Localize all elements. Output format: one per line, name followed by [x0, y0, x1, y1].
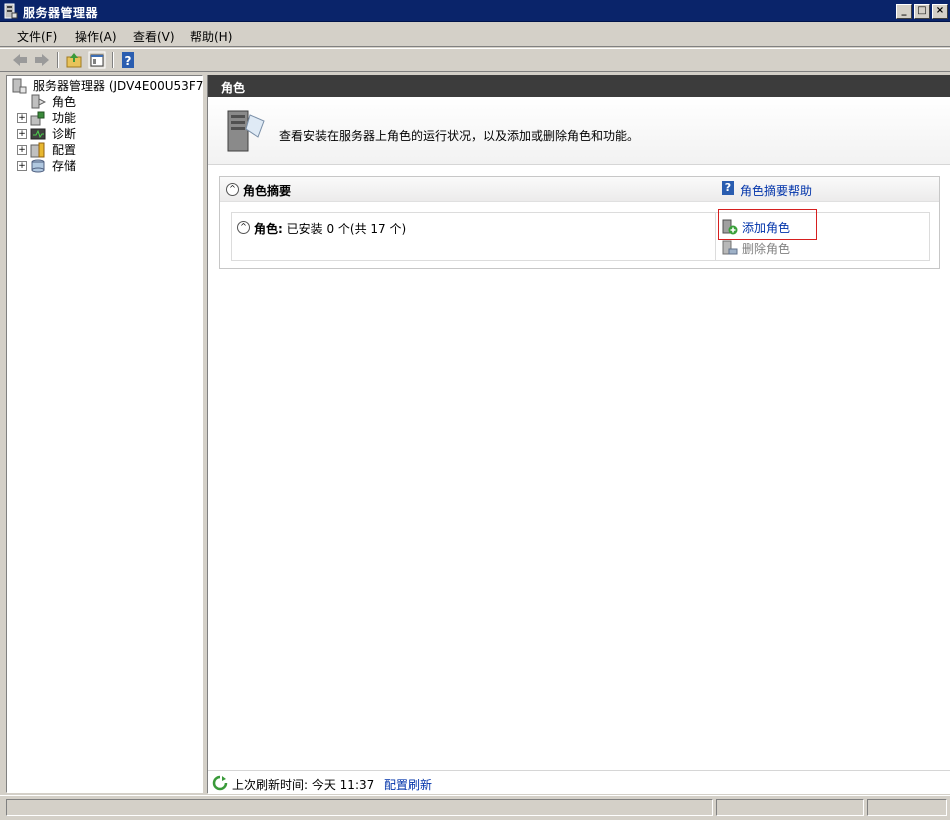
svg-text:?: ? [125, 54, 132, 68]
status-bar [0, 795, 950, 820]
status-cell-main [6, 799, 713, 816]
maximize-button[interactable]: □ [914, 4, 930, 19]
collapse-icon[interactable]: ^ [226, 183, 239, 196]
refresh-icon [212, 775, 228, 791]
storage-icon [31, 159, 45, 173]
status-cell-secondary [716, 799, 864, 816]
tree-root-label: 服务器管理器 (JDV4E00U53F7) [33, 79, 209, 93]
main-pane: 角色 查看安装在服务器上角色的运行状况，以及添加或删除角色和功能。 ^ 角色摘要… [207, 75, 950, 794]
minimize-button[interactable]: _ [896, 4, 912, 19]
show-hide-console-tree-icon[interactable] [88, 51, 106, 69]
collapse-icon[interactable]: ^ [237, 221, 250, 234]
section-header: ^ 角色摘要 ? 角色摘要帮助 [220, 177, 939, 202]
remove-roles-icon [722, 240, 738, 255]
page-description: 查看安装在服务器上角色的运行状况，以及添加或删除角色和功能。 [279, 129, 640, 143]
close-button[interactable]: × [932, 4, 948, 19]
roles-summary-help-link[interactable]: 角色摘要帮助 [740, 182, 812, 199]
status-cell-tertiary [867, 799, 947, 816]
menu-file[interactable]: 文件(F) [17, 28, 57, 45]
roles-status-line: 角色: 已安装 0 个(共 17 个) [254, 220, 406, 237]
section-title: 角色摘要 [243, 184, 292, 198]
help-book-icon: ? [722, 181, 734, 195]
menu-view[interactable]: 查看(V) [133, 28, 175, 45]
menu-bar: 文件(F) 操作(A) 查看(V) 帮助(H) [0, 23, 950, 47]
roles-summary-section: ^ 角色摘要 ? 角色摘要帮助 ^ 角色: 已安装 0 个(共 17 个) 添加… [219, 176, 940, 269]
title-bar: 服务器管理器 _ □ × [0, 0, 950, 22]
window-title: 服务器管理器 [23, 6, 99, 20]
server-icon [12, 78, 27, 94]
expand-icon[interactable]: + [17, 129, 27, 139]
diagnostics-icon [30, 128, 46, 140]
roles-count: 已安装 0 个(共 17 个) [286, 222, 407, 236]
configure-refresh-link[interactable]: 配置刷新 [384, 776, 432, 793]
menu-help[interactable]: 帮助(H) [190, 28, 232, 45]
menu-action[interactable]: 操作(A) [75, 28, 117, 45]
tree-item-label: 存储 [52, 159, 77, 173]
page-title: 角色 [221, 81, 246, 95]
main-header: 角色 [208, 75, 950, 97]
back-arrow-icon[interactable] [11, 51, 29, 69]
tree-item-label: 配置 [52, 143, 77, 157]
tree-item-label: 诊断 [52, 127, 77, 141]
last-refresh-time: 上次刷新时间: 今天 11:37 [232, 778, 375, 792]
server-manager-icon [4, 3, 18, 19]
toolbar: ? [0, 48, 950, 72]
forward-arrow-icon[interactable] [33, 51, 51, 69]
expand-icon[interactable]: + [17, 113, 27, 123]
features-icon [30, 111, 45, 126]
console-tree: 服务器管理器 (JDV4E00U53F7) 角色 + 功能 + 诊断 + 配置 [6, 75, 208, 793]
remove-roles-link[interactable]: 删除角色 [742, 240, 790, 257]
tree-item-label: 功能 [52, 111, 77, 125]
up-folder-icon[interactable] [65, 51, 83, 69]
expand-icon[interactable]: + [17, 161, 27, 171]
description-banner: 查看安装在服务器上角色的运行状况，以及添加或删除角色和功能。 [208, 97, 950, 165]
roles-icon [31, 94, 46, 109]
roles-subsection: ^ 角色: 已安装 0 个(共 17 个) 添加角色 删除角色 [231, 212, 930, 261]
configuration-icon [30, 142, 45, 158]
help-icon[interactable]: ? [119, 51, 137, 69]
roles-label: 角色: [254, 222, 283, 236]
expand-icon[interactable]: + [17, 145, 27, 155]
roles-server-icon [227, 110, 265, 152]
tree-item-label: 角色 [52, 94, 77, 110]
refresh-status-bar: 上次刷新时间: 今天 11:37 配置刷新 [208, 770, 950, 794]
highlight-annotation [718, 209, 817, 240]
